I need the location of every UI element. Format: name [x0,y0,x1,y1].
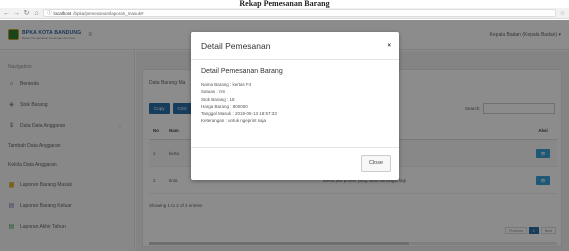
modal-body: Detail Pemesanan Barang Nama Barang : ke… [191,60,399,148]
url-host: localhost [53,10,72,16]
address-bar[interactable]: ⓘ localhost/bpka/pemesanan/laporan_masuk… [43,9,556,17]
home-icon[interactable]: ⌂ [33,10,40,17]
modal-footer: Close [191,148,399,180]
forward-icon[interactable]: → [13,10,20,17]
detail-nama-barang: Nama Barang : kertas F4 [201,82,252,87]
detail-modal: Detail Pemesanan × Detail Pemesanan Bara… [191,32,399,180]
bookmark-star-icon[interactable]: ☆ [559,10,566,17]
browser-toolbar: ← → ↻ ⌂ ⓘ localhost/bpka/pemesanan/lapor… [0,8,569,19]
detail-keterangan: Keterangan : untuk ngeprint saja [201,118,267,124]
detail-stok-barang: Stok Barang : 18 [201,96,235,102]
modal-title: Detail Pemesanan [201,40,271,51]
detail-tanggal-masuk: Tanggal Masuk : 2018-06-13 18:57:33 [201,111,277,117]
modal-subtitle: Detail Pemesanan Barang [201,68,283,75]
back-icon[interactable]: ← [3,10,10,17]
detail-satuan: Satuan : rim [201,89,226,95]
page-caption: Rekap Pemesanan Barang [0,0,569,8]
close-button[interactable]: Close [360,155,391,172]
close-icon[interactable]: × [387,43,391,49]
info-icon: ⓘ [47,10,52,15]
modal-header: Detail Pemesanan × [191,32,399,60]
detail-harga-barang: Harga Barang : 800000 [201,103,248,109]
reload-icon[interactable]: ↻ [23,10,30,17]
url-path: /bpka/pemesanan/laporan_masuk# [73,10,144,16]
